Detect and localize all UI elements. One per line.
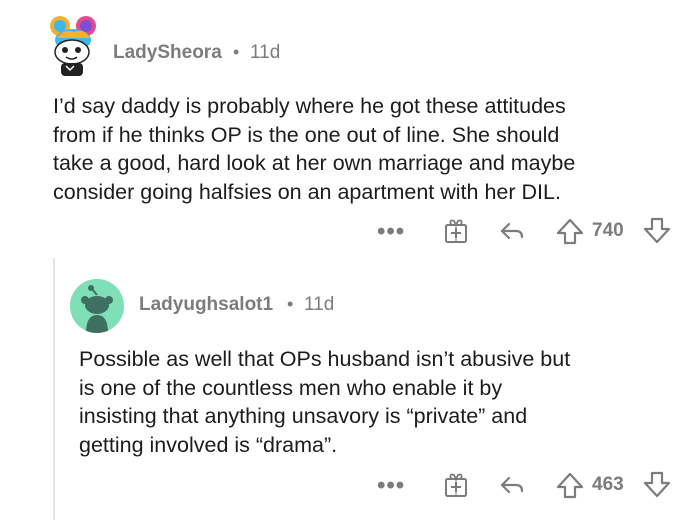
comment-body-line: from if he thinks OP is the one out of l… bbox=[53, 122, 560, 147]
comment-body-line: I’d say daddy is probably where he got t… bbox=[53, 94, 566, 118]
separator-dot: • bbox=[287, 294, 294, 314]
award-icon[interactable] bbox=[441, 216, 471, 246]
vote-score: 740 bbox=[592, 220, 624, 241]
comment-body-line: is one of the countless men who enable i… bbox=[79, 375, 503, 400]
username[interactable]: LadySheora bbox=[113, 42, 222, 64]
avatar[interactable] bbox=[70, 279, 124, 333]
separator-dot: • bbox=[233, 42, 240, 62]
reply-icon[interactable] bbox=[497, 470, 527, 500]
default-snoo-avatar-icon bbox=[70, 279, 124, 333]
more-options-button[interactable]: ••• bbox=[377, 218, 405, 246]
downvote-icon[interactable] bbox=[642, 216, 672, 246]
comment-body-line: take a good, hard look at her own marria… bbox=[53, 151, 576, 175]
comment-body-line: insisting that anything unsavory is “pri… bbox=[79, 404, 528, 428]
username[interactable]: Ladyughsalot1 bbox=[139, 294, 273, 316]
upvote-icon[interactable] bbox=[555, 216, 585, 246]
snoo-avatar-icon bbox=[50, 16, 96, 76]
reply-icon[interactable] bbox=[497, 216, 527, 246]
timestamp[interactable]: 11d bbox=[304, 294, 334, 316]
timestamp[interactable]: 11d bbox=[250, 42, 280, 64]
vote-score: 463 bbox=[592, 474, 624, 495]
avatar[interactable] bbox=[44, 8, 100, 76]
upvote-icon[interactable] bbox=[555, 470, 585, 500]
comment-body-line: consider going halfsies on an apartment … bbox=[53, 179, 561, 204]
comment-actions: ••• 463 bbox=[0, 470, 700, 504]
award-icon[interactable] bbox=[441, 470, 471, 500]
comment-actions: ••• 740 bbox=[0, 216, 700, 250]
more-options-button[interactable]: ••• bbox=[377, 472, 405, 500]
downvote-icon[interactable] bbox=[642, 470, 672, 500]
comment-body-line: Possible as well that OPs husband isn’t … bbox=[79, 347, 571, 371]
comment-body: Possible as well that OPs husband isn’t … bbox=[79, 345, 570, 459]
comment-body-line: getting involved is “drama”. bbox=[79, 432, 338, 457]
comment-body: I’d say daddy is probably where he got t… bbox=[53, 92, 575, 206]
